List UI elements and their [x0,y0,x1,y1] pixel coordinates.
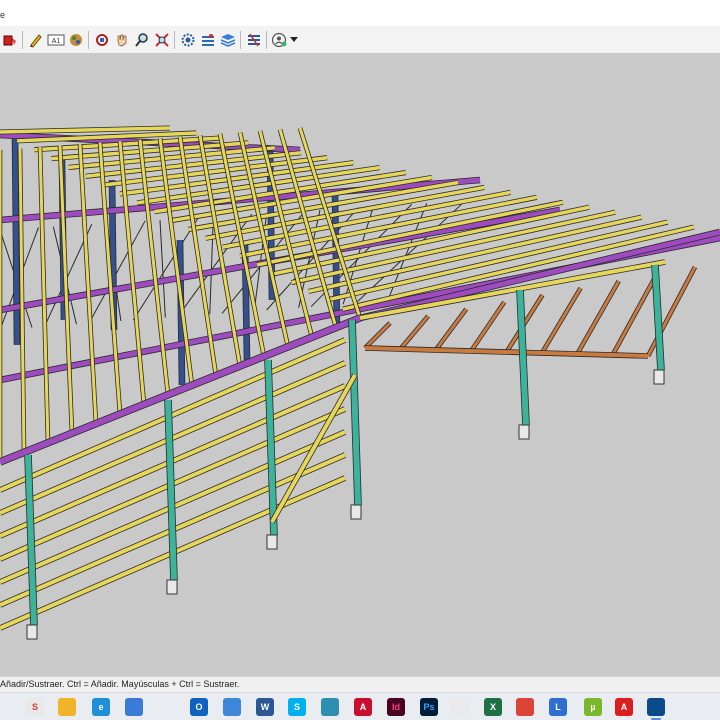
brace-line [159,219,166,318]
pan-hand-icon[interactable] [112,30,132,50]
column-footing [518,424,530,440]
skype-label: S [293,702,300,712]
toolbar: A1 [0,26,720,54]
lumion-icon[interactable]: L [549,698,567,716]
text-tag-glyph: A1 [52,38,61,45]
title-bar: e [0,0,720,26]
canopy-slat [611,273,659,356]
status-message: Añadir/Sustraer. Ctrl = Añadir. Mayúscul… [0,679,240,689]
acrobat-label: A [620,702,628,712]
monitor-icon[interactable] [125,698,143,716]
model-viewport[interactable] [0,54,720,676]
excel-label: X [489,702,496,712]
zoom-icon[interactable] [132,30,152,50]
brace-line [209,216,214,315]
outlook-icon[interactable]: O [190,698,208,716]
toolbar-separator [22,31,23,49]
column-footing [166,579,178,595]
roof-member [18,148,26,453]
app-s-icon[interactable]: S [26,698,44,716]
paint-icon[interactable] [451,698,469,716]
paint-bucket-icon[interactable] [0,30,20,50]
layers-icon[interactable] [218,30,238,50]
roof-member [78,144,98,424]
indesign-label: Id [392,702,400,712]
window-title: e [0,10,6,20]
gear-settings-icon[interactable] [178,30,198,50]
column-front [517,289,529,426]
indesign-icon[interactable]: Id [387,698,405,716]
text-tag-icon[interactable]: A1 [46,30,66,50]
column-front [652,264,664,371]
warehouse-icon[interactable] [244,30,264,50]
chrome-icon[interactable] [516,698,534,716]
zoom-extents-icon[interactable] [152,30,172,50]
canopy-slat [434,308,468,351]
toolbar-separator [174,31,175,49]
pencil-icon[interactable] [26,30,46,50]
app-s-label: S [31,702,38,712]
roof-member [38,147,50,443]
brace-line [132,217,199,321]
column-back [12,134,20,346]
edge-label: e [98,702,104,712]
toolbar-separator [88,31,89,49]
column-footing [26,624,38,640]
autocad-label: A [359,702,367,712]
excel-icon[interactable]: X [484,698,502,716]
materials-icon[interactable] [66,30,86,50]
canopy-slat [540,287,582,354]
steel-structure-model [0,125,720,640]
column-footing [350,504,362,520]
acrobat-icon[interactable]: A [615,698,633,716]
roof-purlin [0,126,171,134]
orbit-icon[interactable] [92,30,112,50]
status-bar: Añadir/Sustraer. Ctrl = Añadir. Mayúscul… [0,676,720,692]
globe-icon[interactable] [321,698,339,716]
edge-icon[interactable]: e [92,698,110,716]
photoshop-label: Ps [423,702,435,712]
sketchup-icon[interactable] [647,698,665,720]
styles-icon[interactable] [198,30,218,50]
column-front [349,319,361,506]
word-label: W [260,702,270,712]
utorrent-label: µ [590,702,596,712]
column-footing [653,369,665,385]
files-icon[interactable] [223,698,241,716]
lumion-label: L [555,702,561,712]
toolbar-separator [266,31,267,49]
skype-icon[interactable]: S [288,698,306,716]
canopy-slat [363,321,392,350]
taskbar: Se O W S A Id Ps X Lµ A [0,692,720,720]
file-explorer-icon[interactable] [58,698,76,716]
autocad-icon[interactable]: A [354,698,372,716]
utorrent-icon[interactable]: µ [584,698,602,716]
toolbar-separator [240,31,241,49]
user-profile-icon[interactable] [270,30,290,50]
column-front [25,454,37,626]
outlook-label: O [195,702,203,712]
canopy-slat [469,301,506,352]
canopy-slat [575,280,621,355]
photoshop-icon[interactable]: Ps [420,698,438,716]
chevron-down-icon[interactable] [289,30,299,50]
canopy-slat [399,315,430,350]
column-footing [266,534,278,550]
word-icon[interactable]: W [256,698,274,716]
